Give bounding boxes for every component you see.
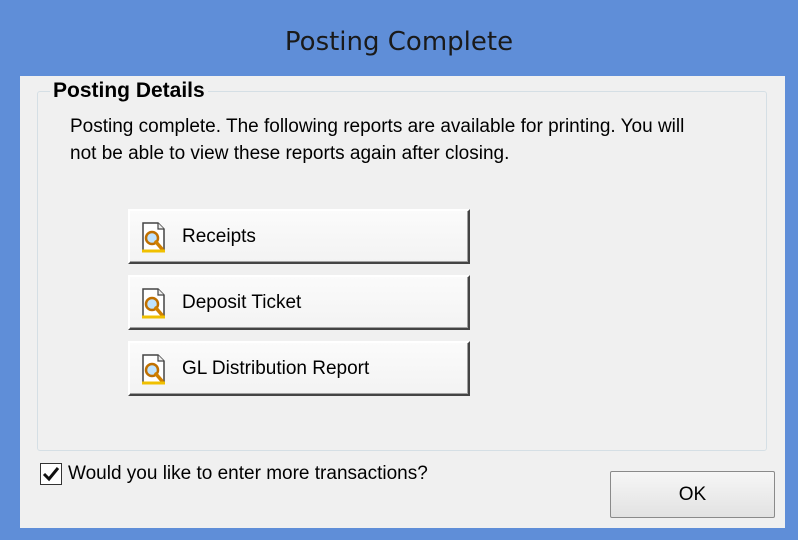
more-transactions-checkbox[interactable]	[40, 463, 62, 485]
report-preview-icon	[142, 221, 165, 252]
gl-distribution-report-label: GL Distribution Report	[182, 357, 370, 379]
dialog-client-area: Posting Details Posting complete. The fo…	[20, 76, 785, 528]
posting-description: Posting complete. The following reports …	[70, 116, 685, 164]
deposit-ticket-button[interactable]: Deposit Ticket	[128, 275, 470, 330]
deposit-ticket-label: Deposit Ticket	[182, 291, 302, 313]
receipts-label: Receipts	[182, 225, 256, 247]
more-transactions-label[interactable]: Would you like to enter more transaction…	[68, 463, 428, 485]
report-preview-icon	[142, 287, 165, 318]
more-transactions-row: Would you like to enter more transaction…	[40, 456, 428, 492]
posting-details-group: Posting Details Posting complete. The fo…	[37, 79, 767, 451]
window-title: Posting Complete	[284, 27, 514, 57]
gl-distribution-report-button[interactable]: GL Distribution Report	[128, 341, 470, 396]
title-bar: Posting Complete	[0, 0, 798, 76]
checkmark-icon	[42, 467, 60, 482]
report-preview-icon	[142, 353, 165, 384]
group-label: Posting Details	[50, 79, 208, 103]
ok-button[interactable]: OK	[610, 471, 775, 518]
receipts-button[interactable]: Receipts	[128, 209, 470, 264]
